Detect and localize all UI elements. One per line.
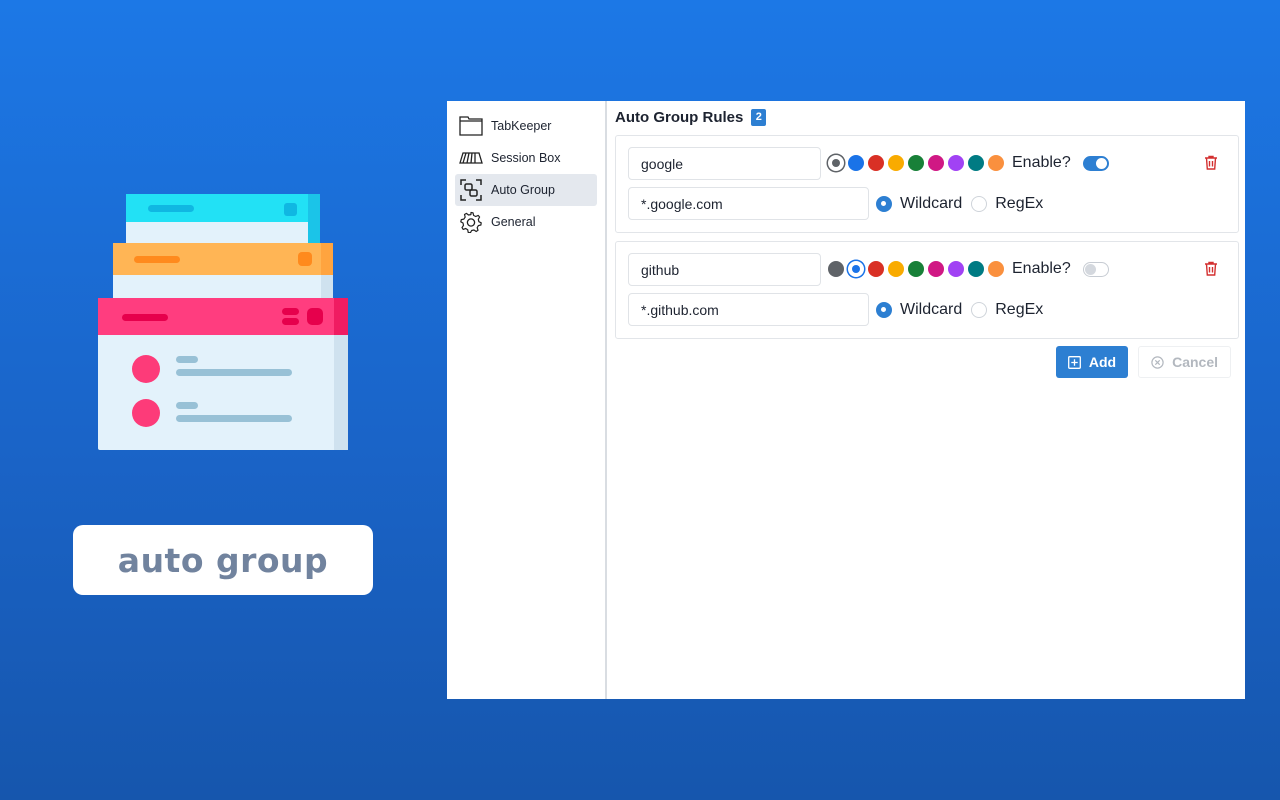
color-option-green[interactable] [908, 261, 924, 277]
color-option-green[interactable] [908, 155, 924, 171]
color-option-cyan[interactable] [968, 155, 984, 171]
enable-label: Enable? [1012, 154, 1071, 171]
group-icon [459, 179, 483, 201]
sidebar-item-label: TabKeeper [491, 119, 552, 133]
color-option-red[interactable] [868, 155, 884, 171]
rule-actions: Add Cancel [615, 346, 1239, 378]
color-option-red[interactable] [868, 261, 884, 277]
page-title: Auto Group Rules [615, 108, 744, 126]
match-type-group: Wildcard RegEx [876, 195, 1043, 213]
enable-toggle[interactable] [1083, 156, 1109, 171]
close-circle-icon [1151, 355, 1164, 369]
color-option-yellow[interactable] [888, 155, 904, 171]
gear-icon [459, 211, 483, 233]
rule-pattern-input[interactable] [628, 187, 869, 220]
color-option-blue[interactable] [848, 261, 864, 277]
sidebar-item-tabkeeper[interactable]: TabKeeper [455, 110, 597, 142]
trash-icon [1205, 261, 1217, 276]
trash-icon [1205, 155, 1217, 170]
wildcard-radio[interactable] [876, 196, 892, 212]
sidebar-item-label: Auto Group [491, 183, 555, 197]
rule-card: Enable? Wildcard RegEx [615, 135, 1239, 233]
delete-rule-button[interactable] [1204, 155, 1218, 175]
add-button-label: Add [1088, 354, 1117, 370]
sidebar-item-auto-group[interactable]: Auto Group [455, 174, 597, 206]
wildcard-radio[interactable] [876, 302, 892, 318]
enable-toggle[interactable] [1083, 262, 1109, 277]
color-option-cyan[interactable] [968, 261, 984, 277]
regex-radio[interactable] [971, 196, 988, 212]
color-option-blue[interactable] [848, 155, 864, 171]
wildcard-label: Wildcard [900, 301, 963, 318]
rules-count-badge: 2 [751, 108, 767, 126]
stacked-windows-illustration [96, 192, 352, 454]
sidebar-item-general[interactable]: General [455, 206, 597, 238]
color-option-grey[interactable] [828, 261, 844, 277]
sidebar: TabKeeper Session Box Auto Group General [447, 101, 607, 699]
add-button[interactable]: Add [1055, 346, 1129, 378]
sidebar-item-label: General [491, 215, 536, 229]
color-picker [828, 261, 1004, 277]
color-option-purple[interactable] [948, 155, 964, 171]
color-option-grey[interactable] [828, 155, 844, 171]
rule-pattern-input[interactable] [628, 293, 869, 326]
main-content: Auto Group Rules 2 Enable? [607, 101, 1245, 699]
regex-label: RegEx [995, 301, 1044, 318]
regex-label: RegEx [995, 195, 1044, 212]
cancel-button[interactable]: Cancel [1138, 346, 1231, 378]
options-window: TabKeeper Session Box Auto Group General… [447, 101, 1245, 699]
rule-name-input[interactable] [628, 253, 821, 286]
rule-name-input[interactable] [628, 147, 821, 180]
plus-square-icon [1067, 355, 1081, 369]
enable-label: Enable? [1012, 260, 1071, 277]
cancel-button-label: Cancel [1172, 354, 1218, 370]
color-picker [828, 155, 1004, 171]
sidebar-item-session-box[interactable]: Session Box [455, 142, 597, 174]
color-option-orange[interactable] [988, 155, 1004, 171]
color-option-pink[interactable] [928, 261, 944, 277]
color-option-purple[interactable] [948, 261, 964, 277]
delete-rule-button[interactable] [1204, 261, 1218, 281]
color-option-yellow[interactable] [888, 261, 904, 277]
regex-radio[interactable] [971, 302, 988, 318]
wildcard-label: Wildcard [900, 195, 963, 212]
session-box-icon [459, 147, 483, 169]
caption-text: auto group [117, 540, 329, 580]
rule-card: Enable? Wildcard RegEx [615, 241, 1239, 339]
folder-icon [459, 115, 483, 137]
caption-box: auto group [73, 525, 373, 595]
match-type-group: Wildcard RegEx [876, 301, 1043, 319]
color-option-pink[interactable] [928, 155, 944, 171]
color-option-orange[interactable] [988, 261, 1004, 277]
sidebar-item-label: Session Box [491, 151, 561, 165]
